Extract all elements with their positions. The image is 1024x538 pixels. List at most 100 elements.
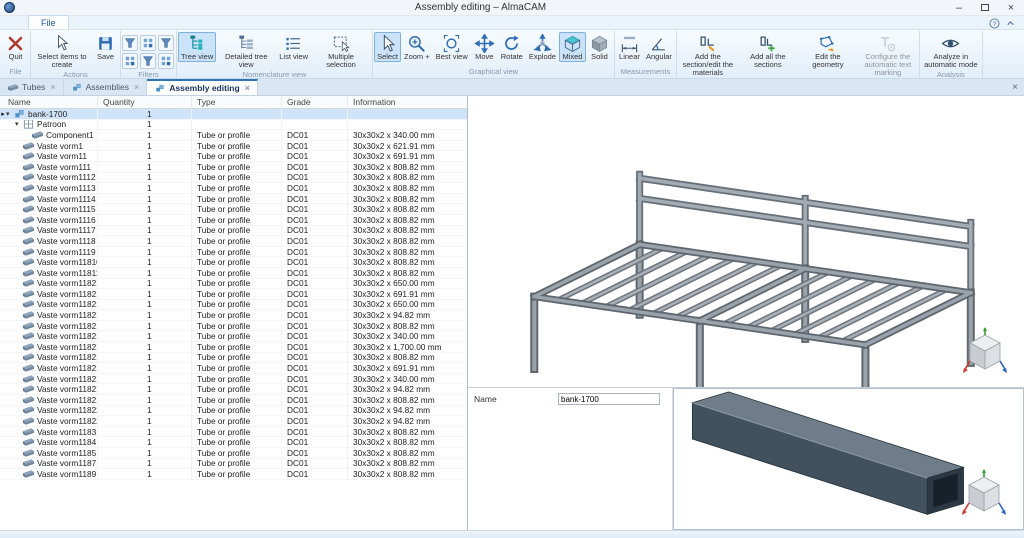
filter-6-button[interactable] [158,53,174,69]
tab-close-icon[interactable]: × [134,82,139,92]
table-row[interactable]: Vaste vorm1185 1 Tube or profile DC01 30… [0,448,467,459]
assembly-3d-viewport[interactable] [468,96,1024,388]
minimize-button[interactable]: – [946,0,972,15]
table-row[interactable]: Vaste vorm1182132 1 Tube or profile DC01… [0,395,467,406]
save-button[interactable]: Save [92,32,119,62]
detailed-tree-view-button[interactable]: Detailed tree view [216,32,276,70]
table-row[interactable]: ▸ ▾ bank-1700 1 [0,109,467,120]
column-header-name[interactable]: Name [0,96,98,108]
cell-name-text: Vaste vorm1187 [37,459,96,469]
solid-button[interactable]: Solid [586,32,613,62]
table-row[interactable]: Vaste vorm1182121 1 Tube or profile DC01… [0,363,467,374]
linear-button[interactable]: Linear [616,32,643,62]
add-the-section-edit-the-materials-button[interactable]: Add the section/edit the materials [678,32,738,78]
cell-name-text: Vaste vorm1182112 [37,310,98,320]
table-row[interactable]: Component1 1 Tube or profile DC01 30x30x… [0,130,467,141]
table-row[interactable]: Vaste vorm118212 1 Tube or profile DC01 … [0,353,467,364]
tab-tubes[interactable]: Tubes × [0,79,64,95]
table-row[interactable]: Vaste vorm11811 1 Tube or profile DC01 3… [0,268,467,279]
table-row[interactable]: Vaste vorm111 1 Tube or profile DC01 30x… [0,162,467,173]
table-row[interactable]: Vaste vorm1118 1 Tube or profile DC01 30… [0,236,467,247]
table-row[interactable]: Vaste vorm1182112 1 Tube or profile DC01… [0,310,467,321]
tube-icon [22,300,35,310]
column-header-type[interactable]: Type [192,96,282,108]
orientation-cube[interactable] [962,327,1008,377]
angular-button[interactable]: Angular [643,32,675,62]
table-row[interactable]: Vaste vorm118222 1 Tube or profile DC01 … [0,406,467,417]
table-row[interactable]: Vaste vorm11810 1 Tube or profile DC01 3… [0,257,467,268]
filter-icon [142,55,154,67]
table-row[interactable]: Vaste vorm1116 1 Tube or profile DC01 30… [0,215,467,226]
analyze-in-automatic-mode-button[interactable]: Analyze in automatic mode [921,32,981,70]
tree-expander[interactable]: ▾ [6,110,13,118]
cell-grade: DC01 [282,342,348,352]
table-row[interactable]: Vaste vorm1182111 1 Tube or profile DC01… [0,289,467,300]
table-row[interactable]: Vaste vorm11821124 1 Tube or profile DC0… [0,342,467,353]
table-row[interactable]: Vaste vorm1112 1 Tube or profile DC01 30… [0,173,467,184]
table-row[interactable]: Vaste vorm118211 1 Tube or profile DC01 … [0,279,467,290]
filter-5-button[interactable] [140,53,156,69]
tree-view-button[interactable]: Tree view [178,32,216,62]
maximize-icon [981,4,989,11]
table-row[interactable]: Vaste vorm1113 1 Tube or profile DC01 30… [0,183,467,194]
select-items-to-create-button[interactable]: Select items to create [32,32,92,70]
rotate-button[interactable]: Rotate [498,32,526,62]
table-row[interactable]: Vaste vorm1117 1 Tube or profile DC01 30… [0,226,467,237]
configure-the-automatic-text-marking-button[interactable]: Configure the automatic text marking [858,32,918,78]
bottom-panels: Name [468,388,1024,530]
filter-1-button[interactable] [122,35,138,51]
table-row[interactable]: Vaste vorm1182123 1 Tube or profile DC01… [0,384,467,395]
table-row[interactable]: Vaste vorm1 1 Tube or profile DC01 30x30… [0,141,467,152]
table-row[interactable]: Vaste vorm1119 1 Tube or profile DC01 30… [0,247,467,258]
collapse-ribbon-icon[interactable] [1005,18,1016,29]
table-row[interactable]: Vaste vorm1182122 1 Tube or profile DC01… [0,374,467,385]
explode-button[interactable]: Explode [526,32,559,62]
table-row[interactable]: Vaste vorm1184 1 Tube or profile DC01 30… [0,437,467,448]
cell-information: 30x30x2 x 808.82 mm [348,204,467,214]
tab-close-icon[interactable]: × [50,82,55,92]
tab-file[interactable]: File [28,15,69,29]
table-row[interactable]: Vaste vorm11821122 1 Tube or profile DC0… [0,321,467,332]
part-3d-viewport[interactable] [673,388,1024,530]
add-all-the-sections-button[interactable]: Add all the sections [738,32,798,70]
tabbar-close-button[interactable]: × [1006,82,1024,93]
filter-3-button[interactable] [158,35,174,51]
cell-grade: DC01 [282,247,348,257]
tab-close-icon[interactable]: × [245,83,250,93]
table-row[interactable]: Vaste vorm1115 1 Tube or profile DC01 30… [0,204,467,215]
table-row[interactable]: Vaste vorm118223 1 Tube or profile DC01 … [0,416,467,427]
table-row[interactable]: Vaste vorm11821123 1 Tube or profile DC0… [0,331,467,342]
table-row[interactable]: Vaste vorm11821111 1 Tube or profile DC0… [0,300,467,311]
cell-name-text: Vaste vorm11 [37,151,87,161]
best-view-button[interactable]: Best view [433,32,471,62]
mixed-button[interactable]: Mixed [559,32,586,62]
filter-4-button[interactable] [122,53,138,69]
move-button[interactable]: Move [471,32,498,62]
close-button[interactable]: × [998,0,1024,15]
table-row[interactable]: Vaste vorm1183 1 Tube or profile DC01 30… [0,427,467,438]
quit-button[interactable]: Quit [2,32,29,62]
maximize-button[interactable] [972,0,998,15]
table-row[interactable]: Vaste vorm11 1 Tube or profile DC01 30x3… [0,151,467,162]
tab-assembly-editing[interactable]: Assembly editing × [147,79,258,95]
orientation-cube[interactable] [961,469,1007,519]
edit-the-geometry-button[interactable]: Edit the geometry [798,32,858,70]
list-view-button[interactable]: List view [276,32,311,62]
tab-assemblies[interactable]: Assemblies × [64,79,148,95]
table-row[interactable]: Vaste vorm1114 1 Tube or profile DC01 30… [0,194,467,205]
cell-grade: DC01 [282,236,348,246]
cell-grade: DC01 [282,395,348,405]
column-header-quantity[interactable]: Quantity [98,96,192,108]
table-row[interactable]: Vaste vorm1187 1 Tube or profile DC01 30… [0,459,467,470]
column-header-information[interactable]: Information [348,96,467,108]
zoom-button[interactable]: Zoom + [401,32,433,62]
select-button[interactable]: Select [374,32,401,62]
help-icon[interactable]: ? [989,18,1000,29]
name-input[interactable] [558,393,660,405]
table-row[interactable]: Vaste vorm1189 1 Tube or profile DC01 30… [0,469,467,480]
tree-expander[interactable]: ▾ [15,120,22,128]
table-row[interactable]: ▾ Patroon 1 [0,120,467,131]
filter-2-button[interactable] [140,35,156,51]
multiple-selection-button[interactable]: Multiple selection [311,32,371,70]
column-header-grade[interactable]: Grade [282,96,348,108]
